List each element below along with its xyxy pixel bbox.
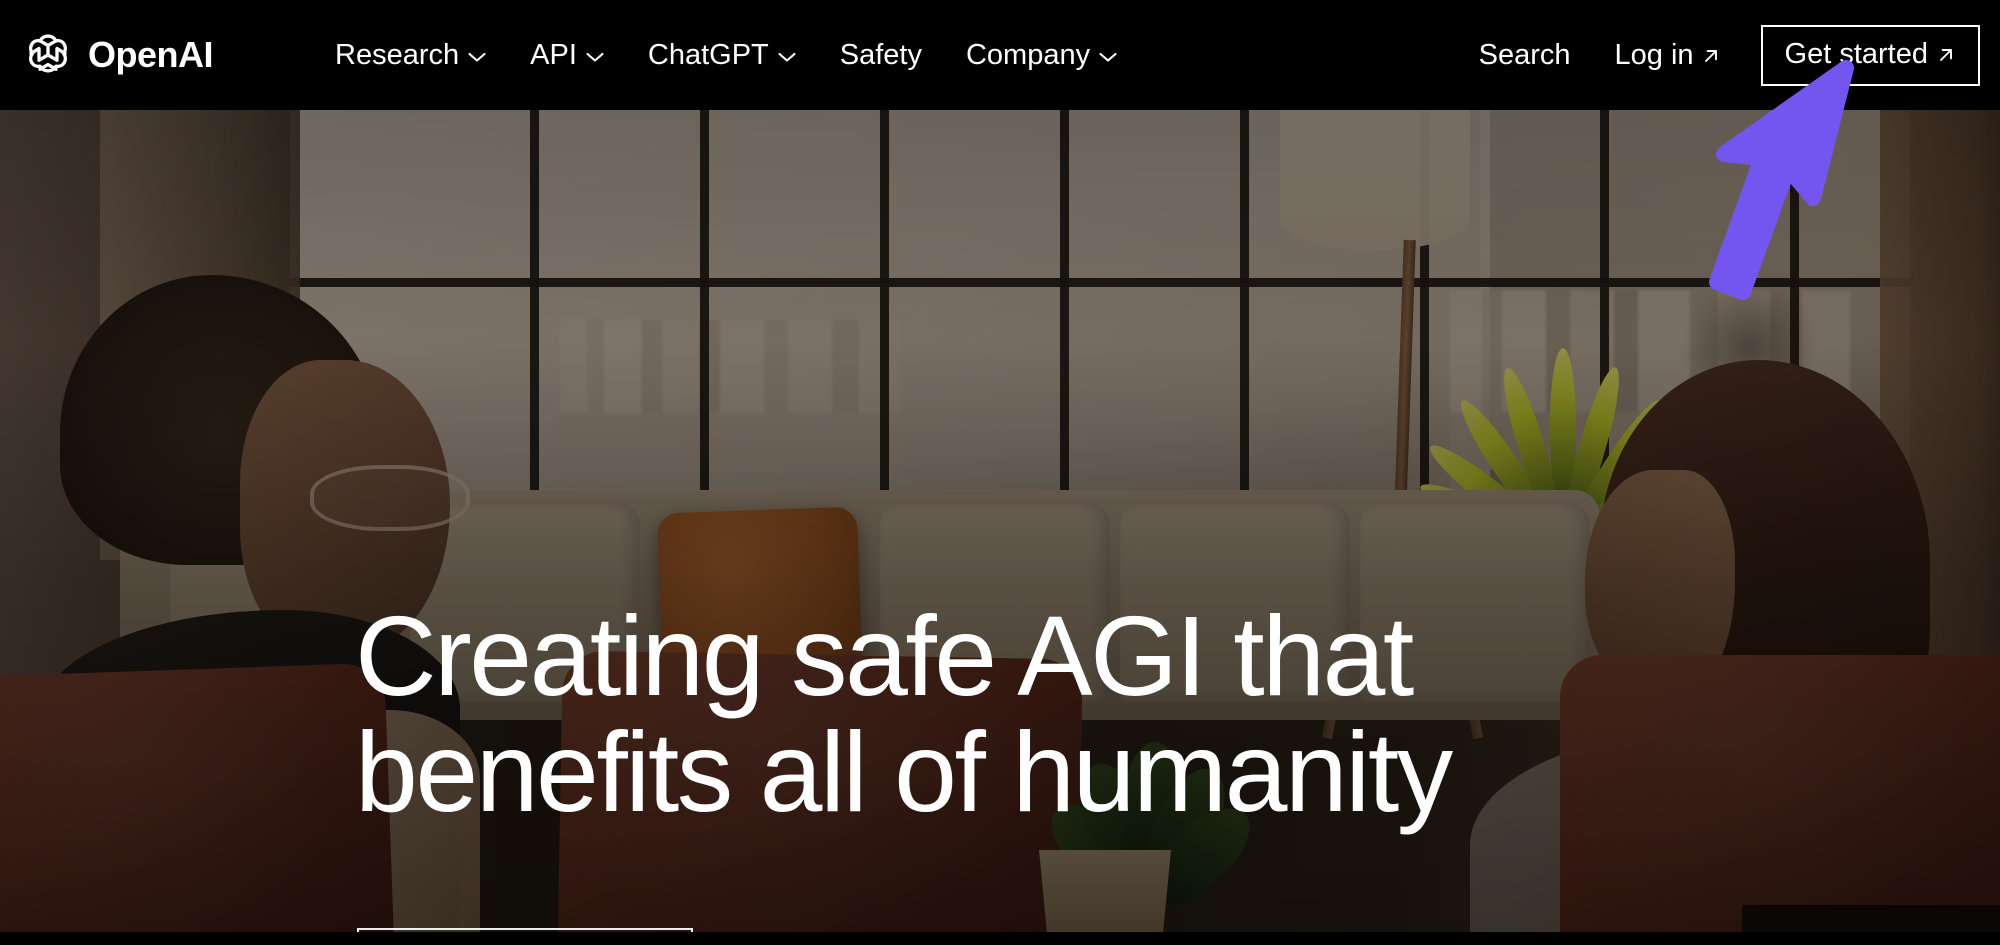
nav-item-research[interactable]: Research — [313, 31, 508, 80]
hero-heading-line-1: Creating safe AGI that — [355, 593, 1414, 719]
chevron-down-icon — [778, 52, 796, 62]
openai-homepage: OpenAI Research API ChatGPT Safety Compa… — [0, 0, 2000, 945]
search-label: Search — [1478, 38, 1571, 71]
get-started-button[interactable]: Get started — [1760, 24, 1980, 86]
get-started-label: Get started — [1784, 37, 1928, 70]
nav-item-research-label: Research — [335, 38, 460, 71]
login-button[interactable]: Log in — [1593, 31, 1743, 80]
nav-actions: Search Log in Get started — [1457, 24, 1980, 86]
hero-content: Creating safe AGI that benefits all of h… — [0, 110, 2000, 932]
hero-heading-line-2: benefits all of humanity — [355, 709, 1453, 836]
nav-item-api-label: API — [530, 38, 577, 71]
nav-item-api[interactable]: API — [508, 31, 626, 80]
arrow-up-right-icon — [1940, 49, 1952, 61]
search-button[interactable]: Search — [1457, 31, 1593, 80]
nav-item-company[interactable]: Company — [944, 31, 1139, 80]
top-navigation-bar: OpenAI Research API ChatGPT Safety Compa… — [0, 0, 2000, 110]
arrow-up-right-icon — [1704, 50, 1717, 62]
nav-item-chatgpt-label: ChatGPT — [647, 38, 769, 71]
chevron-down-icon — [586, 52, 604, 62]
chevron-down-icon — [1099, 52, 1117, 62]
nav-item-safety[interactable]: Safety — [818, 31, 944, 80]
brand-name: OpenAI — [88, 34, 214, 75]
login-label: Log in — [1614, 38, 1694, 71]
nav-item-chatgpt[interactable]: ChatGPT — [626, 31, 818, 80]
hero-section: Creating safe AGI that benefits all of h… — [0, 110, 2000, 932]
page-bottom-strip — [0, 932, 2000, 945]
brand-logo-link[interactable]: OpenAI — [22, 29, 214, 81]
openai-blossom-logo-icon — [29, 34, 67, 73]
primary-nav: Research API ChatGPT Safety Company — [313, 31, 1139, 80]
nav-item-safety-label: Safety — [839, 38, 922, 71]
nav-item-company-label: Company — [965, 38, 1091, 71]
pause-video-button[interactable]: Pause video — [1742, 905, 2000, 932]
hero-heading: Creating safe AGI that benefits all of h… — [355, 593, 1453, 836]
chevron-down-icon — [468, 52, 486, 62]
